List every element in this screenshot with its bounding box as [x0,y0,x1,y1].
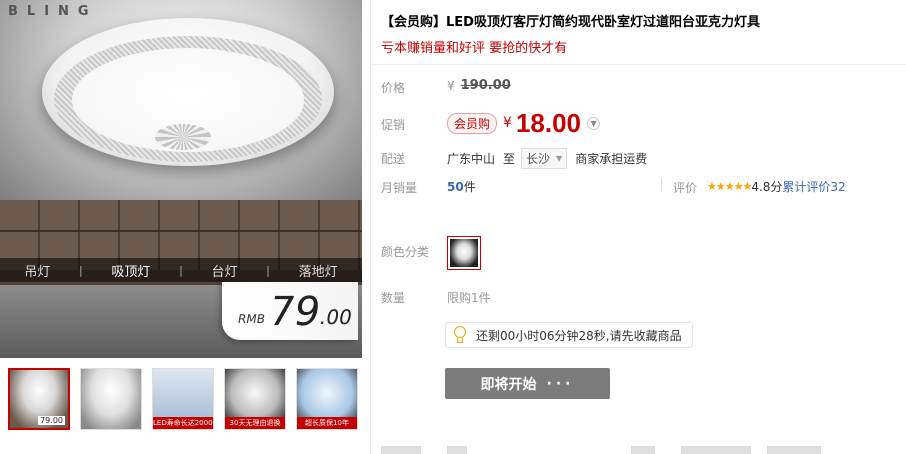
main-product-image[interactable]: BLING 吊灯 | 吸顶灯 | 台灯 | 落地灯 RMB 79 .00 [0,0,362,358]
shipping-label: 配送 [381,152,406,166]
color-swatch[interactable] [447,236,481,270]
category-ceiling[interactable]: 吸顶灯 [111,261,150,280]
coming-soon-button[interactable]: 即将开始 ··· [445,368,610,399]
category-separator: | [179,263,183,277]
destination-value: 长沙 [526,152,551,166]
promo-currency: ¥ [503,115,512,131]
promo-price: 18.00 [515,107,582,138]
price-badge-prefix: RMB [236,312,267,326]
thumbnail-3[interactable]: LED寿命长达20000小时 [152,368,214,430]
sales-count: 50 [447,179,464,194]
chevron-down-icon[interactable]: ▼ [587,116,601,130]
thumbnail-4[interactable]: 30天无理由退换 [224,368,286,430]
currency-symbol: ¥ [447,78,455,93]
coming-soon-label: 即将开始 [480,376,537,393]
countdown-text: 还剩00小时06分钟28秒,请先收藏商品 [476,328,682,343]
shipping-row: 广东中山 至 长沙 ▼ 商家承担运费 [447,148,647,169]
member-tag: 会员购 [447,112,498,134]
cut-off-text [447,446,467,454]
caret-down-icon: ▼ [556,154,563,163]
category-floor[interactable]: 落地灯 [299,261,338,280]
title-divider [371,64,906,65]
price-badge-decimal: .00 [317,305,354,329]
thumbnail-caption: 30天无理由退换 [225,417,285,429]
star-rating-icon: ★★★★★ [707,180,752,193]
color-label: 颜色分类 [381,245,430,259]
thumbnail-5[interactable]: 超长质保10年 [296,368,358,430]
lightbulb-icon [452,326,468,344]
swatch-image [450,239,478,267]
review-score: 4.8分 [751,180,783,194]
sales-unit: 件 [463,180,476,194]
thumbnail-1[interactable]: 79.00 [8,368,70,430]
quantity-limit: 限购1件 [447,291,491,305]
cut-off-text [767,446,821,454]
thumbnail-caption: LED寿命长达20000小时 [153,417,213,429]
product-gallery: BLING 吊灯 | 吸顶灯 | 台灯 | 落地灯 RMB 79 .00 79.… [0,0,362,454]
sales-row: 50 件 [447,178,476,195]
price-badge-integer: 79 [264,289,324,335]
original-price-row: ¥ 190.00 [447,78,511,93]
thumbnail-caption: 超长质保10年 [297,417,357,429]
product-title: 【会员购】LED吸顶灯客厅灯简约现代卧室灯过道阳台亚克力灯具 [381,15,760,30]
sales-label: 月销量 [381,181,418,195]
sales-review-divider [661,178,662,192]
review-row: ★★★★★ 4.8分 累计评价32 [707,178,846,195]
ship-from: 广东中山 [447,152,496,166]
review-label: 评价 [673,181,698,195]
thumbnail-price: 79.00 [38,416,65,425]
product-detail-panel: 【会员购】LED吸顶灯客厅灯简约现代卧室灯过道阳台亚克力灯具 亏本赚销量和好评 … [370,0,906,454]
cut-off-label [381,446,421,454]
category-bar: 吊灯 | 吸顶灯 | 台灯 | 落地灯 [0,258,362,282]
cut-off-text [631,446,655,454]
category-table[interactable]: 台灯 [211,261,237,280]
category-separator: | [79,263,83,277]
countdown-notice: 还剩00小时06分钟28秒,请先收藏商品 [445,322,693,348]
quantity-label: 数量 [381,291,406,305]
shipping-fee: 商家承担运费 [575,152,648,166]
brand-watermark: BLING [8,4,98,19]
thumbnail-strip: 79.00 LED寿命长达20000小时 30天无理由退换 超长质保10年 [0,368,362,432]
color-options [447,236,481,270]
review-total-link[interactable]: 累计评价32 [782,178,845,195]
category-pendant[interactable]: 吊灯 [24,261,50,280]
cabinet-shelf-line [0,230,362,232]
promo-price-row: 会员购 ¥ 18.00 ▼ [447,106,601,140]
promo-label: 促销 [381,118,406,132]
cut-off-services-row [371,440,906,454]
category-separator: | [266,263,270,277]
thumbnail-2[interactable] [80,368,142,430]
price-badge: RMB 79 .00 [222,282,358,340]
lamp-center-ornament [155,124,211,150]
product-subtitle: 亏本赚销量和好评 要抢的快才有 [381,41,568,56]
price-label: 价格 [381,81,406,95]
cut-off-text [681,446,751,454]
coming-soon-dots: ··· [546,375,575,392]
destination-select[interactable]: 长沙 ▼ [521,148,568,169]
ship-to-word: 至 [503,152,516,166]
original-price: 190.00 [460,78,511,93]
